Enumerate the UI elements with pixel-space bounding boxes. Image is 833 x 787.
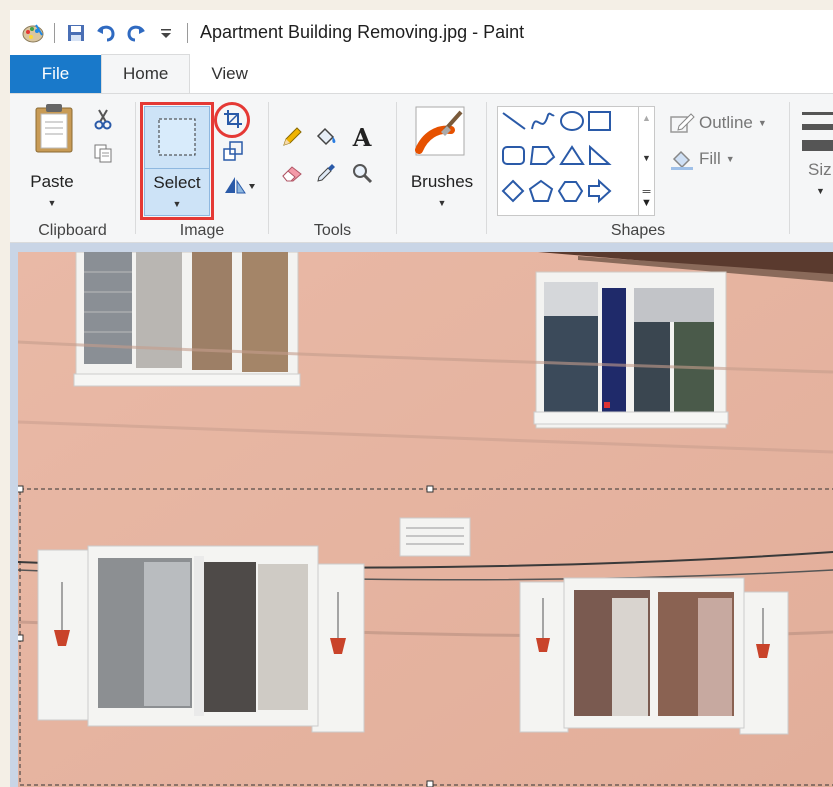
fill-bucket-icon[interactable] bbox=[313, 124, 339, 150]
select-button[interactable]: Select ▼ bbox=[144, 106, 210, 216]
paste-button[interactable]: Paste ▼ bbox=[20, 102, 84, 212]
fill-button[interactable]: Fill ▼ bbox=[669, 146, 735, 172]
tab-file[interactable]: File bbox=[10, 55, 101, 93]
tab-home[interactable]: Home bbox=[101, 54, 191, 93]
clipboard-icon bbox=[34, 102, 74, 158]
qat-separator bbox=[54, 22, 55, 43]
more-shapes-icon[interactable]: ═ ▼ bbox=[639, 187, 654, 209]
select-icon-area bbox=[145, 107, 209, 169]
size-icon bbox=[802, 112, 833, 151]
ribbon-tabs: File Home View bbox=[10, 54, 833, 93]
size-group: Siz ▼ bbox=[790, 94, 833, 244]
clipboard-group-label: Clipboard bbox=[38, 222, 107, 239]
outline-label: Outline bbox=[699, 113, 753, 132]
redo-icon[interactable] bbox=[123, 20, 149, 46]
brushes-dropdown-icon: ▼ bbox=[437, 198, 447, 208]
image-group-label: Image bbox=[179, 222, 225, 239]
select-label: Select bbox=[153, 173, 201, 192]
fill-icon bbox=[671, 150, 693, 170]
clipboard-group: Paste ▼ Clipboard bbox=[10, 94, 135, 244]
fill-label: Fill bbox=[699, 149, 721, 168]
color-picker-icon[interactable] bbox=[313, 160, 339, 186]
drawing-canvas[interactable] bbox=[18, 252, 833, 787]
text-tool-icon[interactable]: A bbox=[349, 123, 375, 152]
brush-icon bbox=[415, 106, 465, 156]
shapes-scrollbar[interactable]: ▲ ▼ ═ ▼ bbox=[639, 106, 655, 216]
outline-button[interactable]: Outline ▼ bbox=[669, 110, 767, 136]
image-group: Select ▼ Image bbox=[136, 94, 268, 244]
magnifier-icon[interactable] bbox=[349, 160, 375, 186]
title-bar: Apartment Building Removing.jpg - Paint bbox=[10, 10, 833, 55]
apartment-building-photo[interactable] bbox=[18, 252, 833, 787]
tab-view[interactable]: View bbox=[190, 55, 269, 93]
fill-dropdown-icon: ▼ bbox=[725, 154, 735, 164]
quick-access-toolbar bbox=[10, 10, 196, 55]
brushes-group: Brushes ▼ bbox=[397, 94, 485, 244]
pencil-icon[interactable] bbox=[279, 124, 305, 150]
scroll-down-icon[interactable]: ▼ bbox=[639, 153, 654, 163]
customize-qat-icon[interactable] bbox=[153, 20, 179, 46]
size-dropdown-icon: ▼ bbox=[816, 186, 825, 196]
window-title: Apartment Building Removing.jpg - Paint bbox=[200, 22, 525, 42]
canvas-area[interactable] bbox=[10, 243, 833, 787]
paint-window: Apartment Building Removing.jpg - Paint … bbox=[10, 10, 833, 787]
shapes-group: ▲ ▼ ═ ▼ Outline ▼ Fill ▼ Shapes bbox=[487, 94, 789, 244]
select-dropdown-icon: ▼ bbox=[172, 199, 182, 209]
tools-group: A Tools bbox=[269, 94, 396, 244]
resize-icon[interactable] bbox=[220, 138, 246, 164]
rotate-icon[interactable] bbox=[220, 172, 260, 198]
shapes-group-label: Shapes bbox=[610, 222, 666, 239]
undo-icon[interactable] bbox=[93, 20, 119, 46]
paint-app-icon[interactable] bbox=[20, 20, 46, 46]
outline-icon bbox=[670, 113, 695, 133]
shapes-gallery[interactable] bbox=[497, 106, 639, 216]
eraser-icon[interactable] bbox=[279, 160, 305, 186]
outline-dropdown-icon: ▼ bbox=[757, 118, 767, 128]
scroll-up-icon[interactable]: ▲ bbox=[639, 113, 654, 123]
paste-label: Paste bbox=[30, 172, 74, 191]
ribbon: Paste ▼ Clipboard Select ▼ Image A Tools… bbox=[10, 93, 833, 243]
rectangular-selection-icon bbox=[158, 118, 196, 156]
tools-group-label: Tools bbox=[313, 222, 352, 239]
qat-separator bbox=[187, 22, 188, 43]
copy-icon[interactable] bbox=[90, 140, 116, 166]
save-icon[interactable] bbox=[63, 20, 89, 46]
paste-dropdown-icon: ▼ bbox=[47, 198, 57, 208]
cut-icon[interactable] bbox=[90, 106, 116, 132]
size-label: Siz bbox=[808, 160, 832, 179]
brushes-button[interactable]: Brushes ▼ bbox=[407, 106, 477, 218]
brushes-label: Brushes bbox=[410, 172, 474, 191]
size-button[interactable]: Siz ▼ bbox=[802, 108, 833, 218]
shapes-gallery-icons bbox=[501, 111, 612, 204]
crop-highlight-circle bbox=[214, 102, 250, 138]
